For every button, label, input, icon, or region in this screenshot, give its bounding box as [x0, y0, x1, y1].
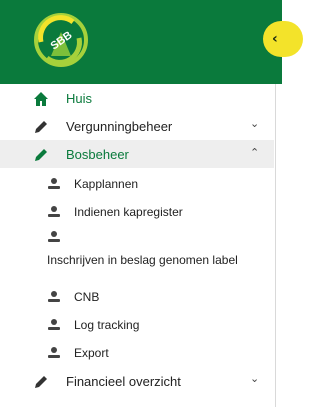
sbb-logo[interactable]: SBB — [33, 12, 89, 68]
sidebar-subitem-inschrijven-beslag[interactable]: Inschrijven in beslag genomen label — [0, 230, 274, 288]
home-icon — [33, 91, 49, 107]
pencil-icon — [33, 374, 49, 390]
sidebar-subitem-indienen-kapregister[interactable]: Indienen kapregister — [0, 202, 274, 224]
pencil-icon — [33, 119, 49, 135]
sidebar-item-label: Vergunningbeheer — [66, 118, 173, 134]
chevron-down-icon: ⌄ — [250, 117, 260, 130]
subitem-label: Kapplannen — [74, 177, 139, 191]
subitem-label: Inschrijven in beslag genomen label — [47, 253, 238, 267]
sidebar-collapse-button[interactable]: ‹ — [263, 21, 303, 57]
person-icon — [47, 318, 61, 332]
sidebar-item-label: Bosbeheer — [66, 146, 129, 162]
person-icon — [47, 230, 61, 244]
sidebar-subitem-export[interactable]: Export — [0, 343, 274, 365]
sidebar-item-bosbeheer[interactable]: Bosbeheer ⌃ — [0, 140, 274, 168]
person-icon — [47, 290, 61, 304]
sidebar-item-vergunningbeheer[interactable]: Vergunningbeheer ⌄ — [0, 112, 274, 140]
app-header: SBB ‹ — [0, 0, 303, 84]
chevron-up-icon: ⌃ — [250, 146, 260, 159]
subitem-label: CNB — [74, 290, 100, 304]
person-icon — [47, 205, 61, 219]
sidebar-subitem-log-tracking[interactable]: Log tracking — [0, 315, 274, 337]
sidebar-item-financieel-overzicht[interactable]: Financieel overzicht ⌄ — [0, 367, 274, 395]
sidebar-item-huis[interactable]: Huis — [0, 84, 274, 112]
subitem-label: Export — [74, 346, 109, 360]
pencil-icon — [33, 147, 49, 163]
sidebar-item-label: Huis — [66, 90, 93, 106]
sidebar-item-label: Financieel overzicht — [66, 373, 181, 389]
sidebar-subitem-cnb[interactable]: CNB — [0, 287, 274, 309]
chevron-left-icon: ‹ — [272, 31, 278, 47]
subitem-label: Indienen kapregister — [74, 205, 183, 219]
person-icon — [47, 346, 61, 360]
subitem-label: Log tracking — [74, 318, 140, 332]
sidebar-nav: Huis Vergunningbeheer ⌄ Bosbeheer ⌃ Kapp… — [0, 84, 276, 407]
sidebar-subitem-kapplannen[interactable]: Kapplannen — [0, 174, 274, 196]
chevron-down-icon: ⌄ — [250, 372, 260, 385]
person-icon — [47, 177, 61, 191]
